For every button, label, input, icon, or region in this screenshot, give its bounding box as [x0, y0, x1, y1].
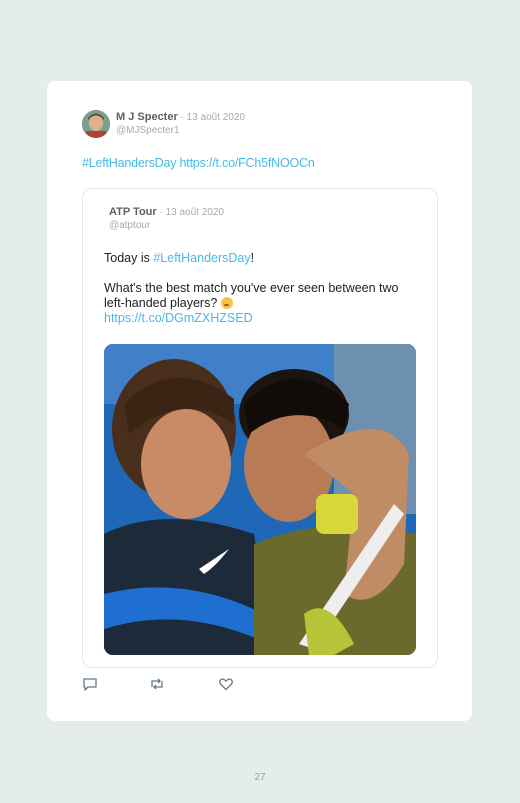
tweet-text[interactable]: #LeftHandersDay https://t.co/FCh5fNOOCn [82, 156, 315, 170]
quoted-line-1-prefix: Today is [104, 251, 154, 265]
thinking-face-icon [220, 297, 233, 309]
tweet-actions [82, 676, 282, 692]
quoted-line-2: What's the best match you've ever seen b… [104, 281, 414, 326]
quoted-author-line[interactable]: ATP Tour · 13 août 2020 [109, 206, 224, 218]
quoted-link[interactable]: https://t.co/DGmZXHZSED [104, 311, 253, 325]
reply-icon[interactable] [82, 676, 98, 692]
tennis-players-photo[interactable] [104, 344, 416, 655]
heart-icon[interactable] [218, 676, 234, 692]
quoted-author-name[interactable]: ATP Tour [109, 206, 157, 218]
quoted-line-1-suffix: ! [250, 251, 255, 265]
author-name-line[interactable]: M J Specter · 13 août 2020 [116, 111, 245, 123]
quoted-author-handle[interactable]: @atptour [109, 220, 150, 231]
quoted-tweet[interactable]: ATP Tour · 13 août 2020 @atptour Today i… [82, 188, 438, 668]
author-name[interactable]: M J Specter [116, 111, 178, 123]
tweet-date: · 13 août 2020 [177, 112, 246, 123]
author-handle[interactable]: @MJSpecter1 [116, 125, 180, 136]
quoted-date: · 13 août 2020 [156, 207, 224, 218]
quoted-line-1: Today is #LeftHandersDay! [104, 251, 414, 266]
tweet-card: M J Specter · 13 août 2020 @MJSpecter1 #… [47, 81, 472, 721]
page-number: 27 [254, 772, 266, 783]
retweet-icon[interactable] [149, 676, 165, 692]
quoted-question: What's the best match you've ever seen b… [104, 281, 399, 310]
quoted-hashtag[interactable]: #LeftHandersDay [153, 251, 250, 265]
quoted-text: Today is #LeftHandersDay! What's the bes… [104, 251, 414, 326]
avatar[interactable] [82, 110, 110, 138]
